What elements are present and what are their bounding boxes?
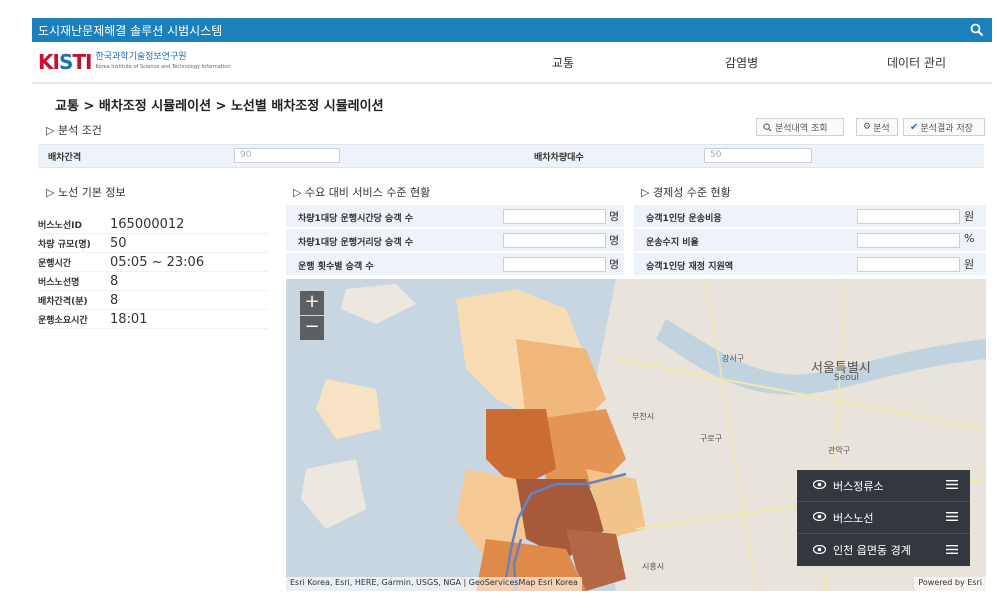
service-row-input[interactable] <box>503 257 606 272</box>
logo-mark: KISTI <box>38 50 92 74</box>
zoom-out-button[interactable]: − <box>300 316 324 340</box>
breadcrumb: 교통 > 배차조정 시뮬레이션 > 노선별 배차조정 시뮬레이션 <box>55 99 384 114</box>
service-row-unit: 명 <box>609 210 620 223</box>
info-row: 버스노선명 8 <box>38 272 268 291</box>
search-icon[interactable] <box>970 23 984 37</box>
service-row-input[interactable] <box>503 209 606 224</box>
economics-row-unit: 원 <box>964 258 975 271</box>
info-value: 8 <box>110 292 119 308</box>
service-row: 차량1대당 운행시간당 승객 수 명 <box>286 205 624 228</box>
info-key: 운행시간 <box>38 258 72 269</box>
map-label-guro: 구로구 <box>700 434 723 443</box>
layer-item-bus-routes[interactable]: 버스노선 <box>797 502 970 534</box>
info-value: 18:01 <box>110 311 148 327</box>
menu-icon[interactable] <box>946 511 958 524</box>
save-result-button[interactable]: ✔ 분석결과 저장 <box>903 118 985 136</box>
eye-icon[interactable] <box>812 544 827 557</box>
service-level-label: ▷ 수요 대비 서비스 수준 현황 <box>293 186 431 199</box>
zoom-in-button[interactable]: + <box>300 291 324 315</box>
info-row: 버스노선ID 165000012 <box>38 215 268 234</box>
economics-row-unit: 원 <box>964 210 975 223</box>
economics-label: ▷ 경제성 수준 현황 <box>641 186 731 199</box>
economics-row-input[interactable] <box>857 233 960 248</box>
menu-icon[interactable] <box>946 479 958 492</box>
map-label-gangseo: 강서구 <box>722 354 745 363</box>
route-info-table: 버스노선ID 165000012 차량 규모(명) 50 운행시간 05:05 ~ 2… <box>38 215 268 329</box>
interval-label: 배차간격 <box>48 153 82 163</box>
nav-item-data-management[interactable]: 데이터 관리 <box>887 54 946 71</box>
info-value: 165000012 <box>110 216 185 232</box>
nav-item-traffic[interactable]: 교통 <box>552 54 574 71</box>
layer-panel: 버스정류소 버스노선 인천 읍면동 경계 <box>797 470 970 566</box>
search-icon <box>763 122 772 132</box>
service-row-label: 차량1대당 운행거리당 승객 수 <box>298 238 414 248</box>
economics-row-label: 운송수지 비율 <box>646 238 699 248</box>
economics-row: 승객1인당 재정 지원액 원 <box>634 253 986 276</box>
info-value: 8 <box>110 273 119 289</box>
info-value: 05:05 ~ 23:06 <box>110 254 205 270</box>
analysis-conditions-row: 배차간격 90 배차차량대수 50 <box>38 144 984 168</box>
economics-row-input[interactable] <box>857 209 960 224</box>
check-icon: ✔ <box>910 121 919 133</box>
info-row: 운행시간 05:05 ~ 23:06 <box>38 253 268 272</box>
gear-icon: ⚙ <box>863 122 872 132</box>
save-result-button-label: 분석결과 저장 <box>920 123 973 134</box>
title-bar: 도시재난문제해결 솔루션 시범시스템 <box>32 18 992 42</box>
info-key: 버스노선명 <box>38 277 80 288</box>
info-row: 차량 규모(명) 50 <box>38 234 268 253</box>
economics-row-label: 승객1인당 운송비용 <box>646 214 722 224</box>
map-label-gwanak: 관악구 <box>828 446 851 455</box>
map-label-seoul-en: Seoul <box>834 373 859 383</box>
service-row-label: 차량1대당 운행시간당 승객 수 <box>298 214 414 224</box>
vehicles-label: 배차차량대수 <box>534 153 584 163</box>
service-row: 차량1대당 운행거리당 승객 수 명 <box>286 229 624 252</box>
info-row: 배차간격(분) 8 <box>38 291 268 310</box>
economics-row: 승객1인당 운송비용 원 <box>634 205 986 228</box>
layer-label: 버스노선 <box>833 511 874 525</box>
analysis-conditions-label: ▷ 분석 조건 <box>46 124 102 137</box>
map-label-bucheon: 부천시 <box>632 412 655 421</box>
menu-icon[interactable] <box>946 544 958 557</box>
nav-item-epidemic[interactable]: 감염병 <box>725 54 758 71</box>
info-key: 운행소요시간 <box>38 315 88 326</box>
kisti-logo[interactable]: KISTI 한국과학기술정보연구원 Korea Institute of Sci… <box>38 50 231 74</box>
zoom-control: + − <box>300 291 324 341</box>
economics-row-input[interactable] <box>857 257 960 272</box>
vehicles-input[interactable]: 50 <box>704 148 812 163</box>
eye-icon[interactable] <box>812 511 827 524</box>
service-row: 운행 횟수별 승객 수 명 <box>286 253 624 276</box>
route-info-label: ▷ 노선 기본 정보 <box>46 186 126 199</box>
info-key: 버스노선ID <box>38 220 82 231</box>
info-key: 배차간격(분) <box>38 296 88 307</box>
layer-label: 인천 읍면동 경계 <box>833 544 911 557</box>
app-title: 도시재난문제해결 솔루션 시범시스템 <box>38 23 223 38</box>
top-navbar: KISTI 한국과학기술정보연구원 Korea Institute of Sci… <box>32 42 992 84</box>
layer-item-bus-stops[interactable]: 버스정류소 <box>797 470 970 502</box>
logo-org-sub: Korea Institute of Science and Technolog… <box>95 64 231 70</box>
logo-org-name: 한국과학기술정보연구원 <box>95 52 187 62</box>
economics-row: 운송수지 비율 % <box>634 229 986 252</box>
economics-row-label: 승객1인당 재정 지원액 <box>646 262 734 272</box>
history-button-label: 분석내역 조회 <box>775 123 828 134</box>
layer-item-incheon-boundaries[interactable]: 인천 읍면동 경계 <box>797 534 970 566</box>
service-row-input[interactable] <box>503 233 606 248</box>
info-row: 운행소요시간 18:01 <box>38 310 268 329</box>
service-row-unit: 명 <box>609 234 620 247</box>
info-key: 차량 규모(명) <box>38 239 91 250</box>
service-row-unit: 명 <box>609 258 620 271</box>
analyze-button[interactable]: ⚙ 분석 <box>856 118 898 136</box>
eye-icon[interactable] <box>812 479 827 492</box>
info-value: 50 <box>110 235 127 251</box>
map-attribution: Esri Korea, Esri, HERE, Garmin, USGS, NG… <box>286 577 582 591</box>
economics-row-unit: % <box>964 232 975 245</box>
map-powered-by[interactable]: Powered by Esri <box>914 577 986 591</box>
interval-input[interactable]: 90 <box>234 148 340 163</box>
history-button[interactable]: 분석내역 조회 <box>756 118 844 136</box>
service-row-label: 운행 횟수별 승객 수 <box>298 262 374 272</box>
analyze-button-label: 분석 <box>873 123 890 134</box>
layer-label: 버스정류소 <box>833 479 884 493</box>
map-label-siheung: 시흥시 <box>642 562 665 571</box>
